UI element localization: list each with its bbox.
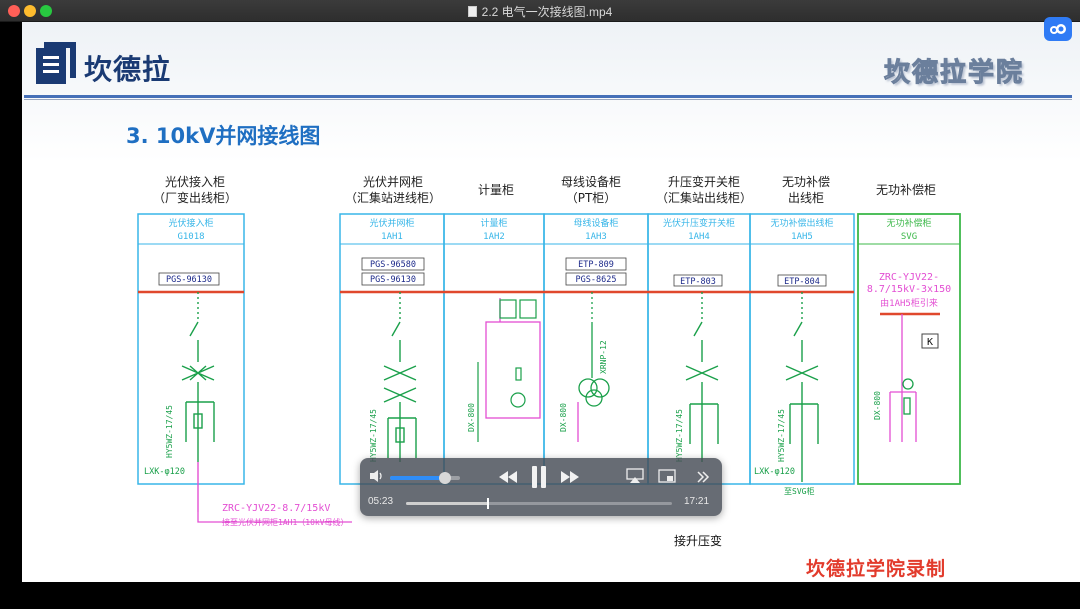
panel-code-2: 1AH1 — [381, 232, 403, 242]
fast-forward-icon[interactable] — [558, 466, 582, 488]
window-title: 2.2 电气一次接线图.mp4 — [0, 3, 1080, 20]
panel-code-3: 1AH2 — [483, 232, 505, 242]
ct-label-6: LXK-φ120 — [754, 467, 795, 477]
to-svg-label: 至SVG柜 — [784, 486, 814, 496]
svg-panel-frame — [857, 213, 961, 485]
lightning-label-7: DX-800 — [873, 391, 882, 420]
volume-icon[interactable] — [368, 468, 386, 484]
window-title-text: 2.2 电气一次接线图.mp4 — [481, 5, 613, 19]
panel-frames — [137, 213, 855, 485]
playback-controls: 05:23 17:21 — [360, 458, 722, 516]
cable-main-label: ZRC-YJV22-8.7/15kV — [222, 503, 330, 514]
panel-name-5: 光伏升压变开关柜 — [663, 217, 735, 229]
recorded-by-watermark: 坎德拉学院录制 — [806, 558, 947, 580]
progress-playhead[interactable] — [487, 498, 490, 509]
panel-name-1: 光伏接入柜 — [168, 217, 213, 229]
panel-code-7: SVG — [901, 232, 917, 242]
relay-label-1: PGS-96130 — [166, 275, 212, 285]
svg-k-label: K — [927, 337, 933, 348]
feeder-3 — [485, 298, 541, 419]
rewind-icon[interactable] — [496, 466, 520, 488]
feeder-6 — [785, 292, 819, 482]
lightning-label-4: DX-800 — [559, 403, 568, 432]
svg-cable-line1: ZRC-YJV22- — [879, 272, 939, 283]
lightning-label-3: DX-800 — [467, 403, 476, 432]
elapsed-time: 05:23 — [368, 496, 394, 507]
volume-fill — [390, 476, 445, 480]
panel-name-3: 计量柜 — [480, 217, 507, 229]
picture-in-picture-icon[interactable] — [658, 468, 676, 484]
relay-label-6: ETP-803 — [680, 277, 716, 287]
relay-label-3: PGS-96130 — [370, 275, 416, 285]
arrester-label-1: HY5WZ-17/45 — [165, 405, 174, 458]
feeder-2 — [383, 292, 417, 462]
panel-code-4: 1AH3 — [585, 232, 607, 242]
cloud-share-icon[interactable] — [1044, 17, 1072, 41]
feeder-5 — [685, 292, 719, 462]
total-time: 17:21 — [684, 496, 710, 507]
progress-bar[interactable] — [406, 498, 672, 509]
panel-name-7: 无功补偿柜 — [886, 217, 931, 229]
panel-code-5: 1AH4 — [688, 232, 710, 242]
bottom-note: 接升压变 — [674, 534, 723, 548]
ct-label-1: LXK-φ120 — [144, 467, 185, 477]
feeder-1 — [181, 292, 215, 512]
airplay-icon[interactable] — [626, 468, 644, 484]
pt-label: XRNP-12 — [599, 340, 608, 374]
volume-knob[interactable] — [438, 472, 451, 484]
pause-icon[interactable] — [530, 464, 548, 490]
panel-code-6: 1AH5 — [791, 232, 813, 242]
arrester-label-2: HY5WZ-17/45 — [369, 409, 378, 462]
document-icon — [467, 6, 477, 17]
arrester-label-5: HY5WZ-17/45 — [675, 409, 684, 462]
panel-code-1: G1018 — [177, 232, 204, 242]
metering-devices — [477, 299, 537, 442]
panel-name-6: 无功补偿出线柜 — [770, 217, 833, 229]
panel-name-2: 光伏并网柜 — [369, 217, 414, 229]
cable-note-label: 接至光伏并网柜1AH1（10kV母线） — [222, 517, 349, 527]
relay-label-7: ETP-804 — [784, 277, 820, 287]
svg-cable-line2: 8.7/15kV-3x150 — [867, 284, 951, 295]
panel-name-4: 母线设备柜 — [573, 217, 618, 229]
relay-label-5: PGS-8625 — [576, 275, 617, 285]
more-options-icon[interactable] — [696, 470, 710, 484]
volume-slider[interactable] — [390, 472, 460, 484]
arrester-label-6: HY5WZ-17/45 — [777, 409, 786, 462]
svg-cable-line3: 由1AH5柜引来 — [880, 297, 938, 309]
feeder-7 — [889, 314, 917, 442]
relay-label-4: ETP-809 — [578, 260, 614, 270]
window-titlebar: 2.2 电气一次接线图.mp4 — [0, 0, 1080, 22]
progress-fill — [406, 502, 489, 505]
relay-label-2: PGS-96580 — [370, 260, 416, 270]
